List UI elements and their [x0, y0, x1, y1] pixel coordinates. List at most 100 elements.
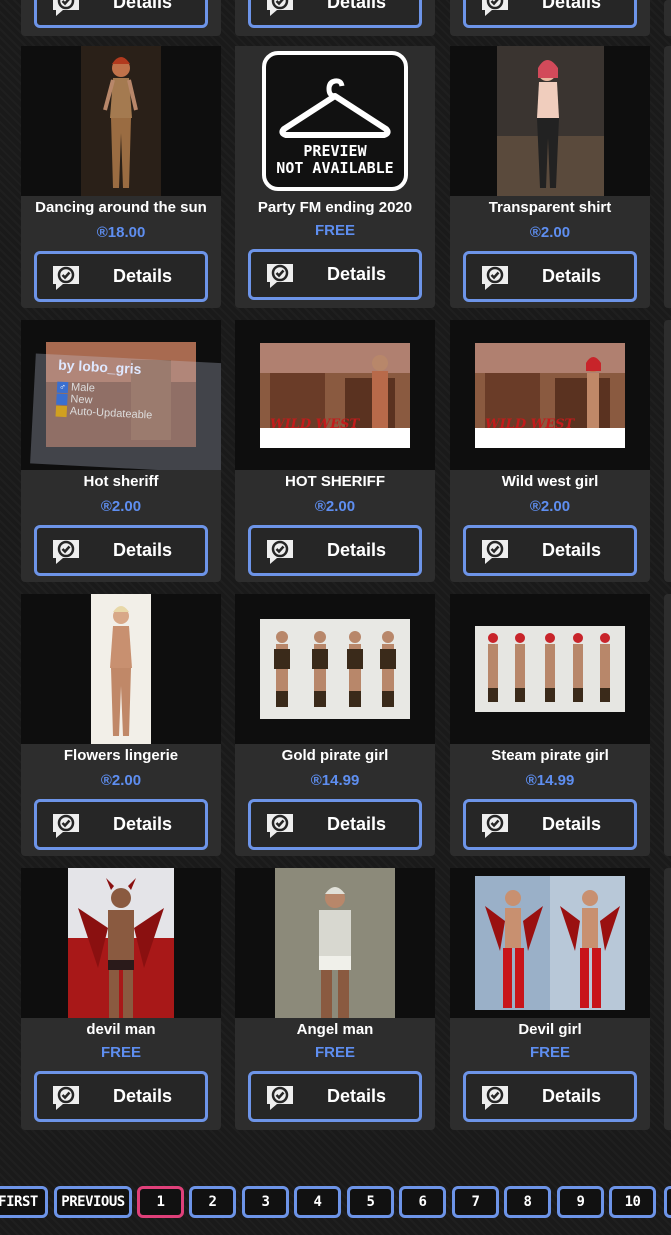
- product-card[interactable]: by lobo_gris ♂ Male New Auto-Updateable …: [21, 320, 221, 582]
- product-card-partial: Details: [235, 0, 435, 36]
- new-icon: [56, 393, 68, 405]
- product-title[interactable]: Party FM ending 2020: [235, 199, 435, 216]
- page-button[interactable]: 10: [609, 1186, 656, 1218]
- product-price: FREE: [529, 1044, 570, 1061]
- details-button[interactable]: Details: [34, 525, 208, 576]
- preview-line-1: PREVIEW: [303, 142, 367, 160]
- product-thumbnail[interactable]: [21, 46, 221, 196]
- page-button[interactable]: 2: [189, 1186, 236, 1218]
- product-card[interactable]: WILD WEST HOT SHERIFF ®2.00 Details: [235, 320, 435, 582]
- chat-check-icon: [53, 265, 79, 290]
- details-button[interactable]: Details: [34, 1071, 208, 1122]
- product-thumbnail[interactable]: [21, 594, 221, 744]
- product-thumbnail[interactable]: [21, 868, 221, 1018]
- product-title[interactable]: Hot sheriff: [21, 473, 221, 490]
- details-label: Details: [327, 264, 387, 284]
- details-label: Details: [113, 1086, 173, 1106]
- details-label: Details: [113, 814, 173, 834]
- avatar-image: [68, 868, 174, 1018]
- details-label: Details: [542, 1086, 602, 1106]
- product-card[interactable]: Dancing around the sun ®18.00 Details: [21, 46, 221, 308]
- details-button[interactable]: Details: [248, 525, 422, 576]
- details-button[interactable]: Details: [34, 799, 208, 850]
- product-card[interactable]: Devil girl FREE Details: [450, 868, 650, 1130]
- product-thumbnail[interactable]: [235, 320, 435, 470]
- product-price: ®2.00: [314, 498, 356, 515]
- page-button[interactable]: 4: [294, 1186, 341, 1218]
- page-button[interactable]: 5: [347, 1186, 394, 1218]
- details-button[interactable]: Details: [463, 525, 637, 576]
- details-button[interactable]: Details: [34, 251, 208, 302]
- chat-check-icon: [482, 813, 508, 838]
- product-thumbnail[interactable]: [450, 320, 650, 470]
- product-card[interactable]: Gold pirate girl ®14.99 Details: [235, 594, 435, 856]
- page-button-partial[interactable]: [664, 1186, 671, 1218]
- page-button[interactable]: 7: [452, 1186, 499, 1218]
- product-title[interactable]: Flowers lingerie: [21, 747, 221, 764]
- avatar-image: [275, 868, 395, 1018]
- avatar-image: [475, 876, 625, 1010]
- chat-check-icon: [482, 1085, 508, 1110]
- first-page-button[interactable]: FIRST: [0, 1186, 48, 1218]
- product-price: ®2.00: [100, 498, 142, 515]
- details-label: Details: [113, 266, 173, 286]
- male-icon: ♂: [56, 381, 69, 393]
- product-title[interactable]: Steam pirate girl: [450, 747, 650, 764]
- details-button[interactable]: Details: [463, 0, 637, 28]
- details-label: Details: [542, 540, 602, 560]
- details-button[interactable]: Details: [248, 1071, 422, 1122]
- product-card-partial: Details: [21, 0, 221, 36]
- product-title[interactable]: Devil girl: [450, 1021, 650, 1038]
- details-label: Details: [542, 0, 602, 12]
- chat-check-icon: [53, 1085, 79, 1110]
- product-thumbnail[interactable]: [235, 594, 435, 744]
- details-button[interactable]: Details: [463, 251, 637, 302]
- product-thumbnail[interactable]: [450, 46, 650, 196]
- product-title[interactable]: Gold pirate girl: [235, 747, 435, 764]
- details-button[interactable]: Details: [248, 799, 422, 850]
- product-price: ®2.00: [529, 224, 571, 241]
- chat-check-icon: [267, 0, 293, 16]
- product-title[interactable]: Wild west girl: [450, 473, 650, 490]
- product-card[interactable]: Steam pirate girl ®14.99 Details: [450, 594, 650, 856]
- preview-line-2: NOT AVAILABLE: [276, 159, 394, 177]
- product-thumbnail[interactable]: [450, 868, 650, 1018]
- product-card[interactable]: PREVIEW NOT AVAILABLE Party FM ending 20…: [235, 46, 435, 308]
- previous-page-button[interactable]: PREVIOUS: [54, 1186, 132, 1218]
- chat-check-icon: [482, 265, 508, 290]
- product-card[interactable]: WILD WEST Wild west girl ®2.00 Details: [450, 320, 650, 582]
- details-label: Details: [327, 814, 387, 834]
- product-thumbnail[interactable]: [450, 594, 650, 744]
- page-button-current[interactable]: 1: [137, 1186, 184, 1218]
- details-button[interactable]: Details: [248, 249, 422, 300]
- product-title[interactable]: Dancing around the sun: [21, 199, 221, 216]
- page-button[interactable]: 3: [242, 1186, 289, 1218]
- product-title[interactable]: HOT SHERIFF: [235, 473, 435, 490]
- details-button[interactable]: Details: [34, 0, 208, 28]
- product-card[interactable]: Flowers lingerie ®2.00 Details: [21, 594, 221, 856]
- details-label: Details: [542, 814, 602, 834]
- product-price: FREE: [314, 1044, 355, 1061]
- product-title[interactable]: devil man: [21, 1021, 221, 1038]
- details-button[interactable]: Details: [463, 1071, 637, 1122]
- details-label: Details: [327, 1086, 387, 1106]
- details-label: Details: [113, 540, 173, 560]
- product-card[interactable]: Angel man FREE Details: [235, 868, 435, 1130]
- chat-check-icon: [267, 813, 293, 838]
- product-title[interactable]: Angel man: [235, 1021, 435, 1038]
- page-button[interactable]: 8: [504, 1186, 551, 1218]
- avatar-image: [496, 46, 604, 196]
- avatar-image: [91, 594, 151, 744]
- product-card[interactable]: devil man FREE Details: [21, 868, 221, 1130]
- product-card[interactable]: Transparent shirt ®2.00 Details: [450, 46, 650, 308]
- details-button[interactable]: Details: [248, 0, 422, 28]
- page-button[interactable]: 6: [399, 1186, 446, 1218]
- product-image: [260, 619, 410, 719]
- page-button[interactable]: 9: [557, 1186, 604, 1218]
- avatar-image: [81, 46, 161, 196]
- wild-west-banner: WILD WEST: [270, 417, 360, 432]
- product-title[interactable]: Transparent shirt: [450, 199, 650, 216]
- product-thumbnail[interactable]: [235, 868, 435, 1018]
- details-button[interactable]: Details: [463, 799, 637, 850]
- product-price: FREE: [314, 222, 355, 239]
